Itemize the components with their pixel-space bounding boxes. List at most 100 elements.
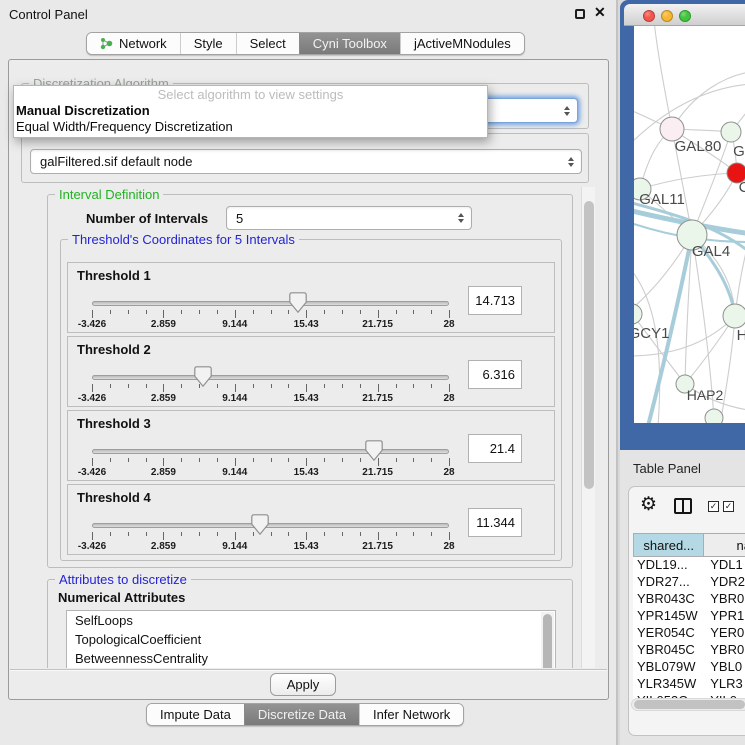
network-canvas[interactable]: GAL80GACGAL11GAL4GCY1HHAP2 <box>634 26 745 423</box>
dropdown-placeholder-item[interactable]: Select algorithm to view settings <box>14 87 487 103</box>
numerical-attributes-list[interactable]: SelfLoopsTopologicalCoefficientBetweenne… <box>66 610 556 668</box>
table-row[interactable]: YBR045CYBR0 <box>633 642 745 659</box>
slider-tick-minor <box>324 384 325 388</box>
cell-shared-name[interactable]: YER054C <box>633 625 704 642</box>
table-row[interactable]: YLR345WYLR3 <box>633 676 745 693</box>
threshold-slider-track[interactable] <box>92 375 449 380</box>
screen: { "titlebar": { "title": "Control Panel"… <box>0 0 745 745</box>
cell-name[interactable]: YDR2 <box>704 574 745 591</box>
table-row[interactable]: YDR27...YDR2 <box>633 574 745 591</box>
algorithm-dropdown-popup: Select algorithm to view settings Manual… <box>13 85 488 138</box>
cell-shared-name[interactable]: YBR045C <box>633 642 704 659</box>
table-data-combobox[interactable]: galFiltered.sif default node <box>30 149 582 174</box>
table-row[interactable]: YER054CYER0 <box>633 625 745 642</box>
cell-name[interactable]: YBL0 <box>704 659 745 676</box>
threshold-slider-track[interactable] <box>92 449 449 454</box>
network-node-GAL-cut[interactable] <box>721 122 741 142</box>
table-scrollbar-thumb[interactable] <box>634 700 745 709</box>
float-window-icon[interactable] <box>575 9 585 19</box>
gear-icon[interactable]: ⚙ <box>640 495 657 514</box>
bottom-tab-infer-network[interactable]: Infer Network <box>359 704 463 725</box>
apply-button[interactable]: Apply <box>270 673 336 696</box>
attribute-list-item[interactable]: SelfLoops <box>67 611 555 630</box>
threshold-slider-thumb[interactable] <box>365 440 383 461</box>
attribute-list-item[interactable]: TopologicalCoefficient <box>67 630 555 649</box>
cell-name[interactable]: YDL1 <box>704 557 745 574</box>
tab-jactivemnodules[interactable]: jActiveMNodules <box>400 33 524 54</box>
group-title-thresholds-coordinates: Threshold's Coordinates for 5 Intervals <box>68 232 299 247</box>
slider-tick-minor <box>396 310 397 314</box>
slider-tick-minor <box>181 310 182 314</box>
cell-shared-name[interactable]: YBL079W <box>633 659 704 676</box>
mac-close-icon[interactable] <box>643 10 655 22</box>
cell-shared-name[interactable]: YLR345W <box>633 676 704 693</box>
bottom-tab-impute-data[interactable]: Impute Data <box>147 704 244 725</box>
tab-label: Network <box>119 36 167 51</box>
mac-minimize-icon[interactable] <box>661 10 673 22</box>
mac-zoom-icon[interactable] <box>679 10 691 22</box>
dropdown-item-manual-discretization[interactable]: Manual Discretization <box>14 103 487 119</box>
table-horizontal-scrollbar[interactable] <box>631 698 745 711</box>
node-table-panel: ⚙ ✓ ✓ shared... na YDL19...YDL1YDR27...Y… <box>628 486 745 736</box>
bottom-tab-bar: Impute DataDiscretize DataInfer Network <box>146 703 464 726</box>
attributes-list-scrollbar[interactable] <box>541 612 554 668</box>
slider-tick-label: -3.426 <box>78 467 106 478</box>
cell-shared-name[interactable]: YBR043C <box>633 591 704 608</box>
number-of-intervals-combobox[interactable]: 5 <box>226 206 472 230</box>
bottom-tab-discretize-data[interactable]: Discretize Data <box>244 704 359 725</box>
settings-scrollbar-thumb[interactable] <box>584 201 594 489</box>
combo-stepper-icon <box>458 213 464 223</box>
threshold-value-field[interactable] <box>468 286 522 315</box>
threshold-value-field[interactable] <box>468 434 522 463</box>
settings-scrollbar[interactable] <box>581 187 595 668</box>
slider-tick-minor <box>360 384 361 388</box>
dropdown-item-equal-width-frequency[interactable]: Equal Width/Frequency Discretization <box>14 119 487 135</box>
tab-style[interactable]: Style <box>180 33 236 54</box>
table-row[interactable]: YBR043CYBR0 <box>633 591 745 608</box>
cell-name[interactable]: YBR0 <box>704 591 745 608</box>
slider-tick-minor <box>288 384 289 388</box>
checkbox-icon[interactable]: ✓ <box>708 501 719 512</box>
network-node-bottom-cut[interactable] <box>705 409 723 423</box>
cell-name[interactable]: YLR3 <box>704 676 745 693</box>
threshold-slider-thumb[interactable] <box>194 366 212 387</box>
slider-tick-minor <box>324 458 325 462</box>
close-icon[interactable]: ✕ <box>594 4 606 21</box>
slider-tick-minor <box>110 458 111 462</box>
threshold-slider-thumb[interactable] <box>251 514 269 535</box>
window-title: Control Panel <box>9 7 88 22</box>
network-node-H-cut[interactable] <box>723 304 745 328</box>
attribute-list-item[interactable]: BetweennessCentrality <box>67 649 555 668</box>
column-header-shared-name[interactable]: shared... <box>633 533 704 557</box>
slider-tick-label: 21.715 <box>362 393 393 404</box>
group-title-attributes-to-discretize: Attributes to discretize <box>55 572 191 587</box>
checkbox-icon[interactable]: ✓ <box>723 501 734 512</box>
slider-tick-major <box>449 384 450 392</box>
table-panel-title: Table Panel <box>633 461 701 476</box>
cell-name[interactable]: YBR0 <box>704 642 745 659</box>
column-header-name[interactable]: na <box>704 533 745 557</box>
attributes-scrollbar-thumb[interactable] <box>543 614 552 668</box>
slider-tick-label: 9.144 <box>222 319 247 330</box>
cell-name[interactable]: YER0 <box>704 625 745 642</box>
tab-select[interactable]: Select <box>236 33 299 54</box>
cell-shared-name[interactable]: YDR27... <box>633 574 704 591</box>
cell-shared-name[interactable]: YPR145W <box>633 608 704 625</box>
table-row[interactable]: YBL079WYBL0 <box>633 659 745 676</box>
table-row[interactable]: YPR145WYPR1 <box>633 608 745 625</box>
threshold-slider-thumb[interactable] <box>289 292 307 313</box>
network-window-titlebar[interactable] <box>624 4 745 26</box>
split-view-icon[interactable] <box>674 498 692 514</box>
cell-name[interactable]: YPR1 <box>704 608 745 625</box>
threshold-value-field[interactable] <box>468 508 522 537</box>
slider-tick-label: 21.715 <box>362 467 393 478</box>
cell-shared-name[interactable]: YDL19... <box>633 557 704 574</box>
network-node-GCY1[interactable] <box>634 304 642 324</box>
threshold-slider-track[interactable] <box>92 523 449 528</box>
threshold-value-field[interactable] <box>468 360 522 389</box>
tab-cyni-toolbox[interactable]: Cyni Toolbox <box>299 33 400 54</box>
tab-network[interactable]: Network <box>87 33 180 54</box>
slider-tick-minor <box>181 458 182 462</box>
table-row[interactable]: YDL19...YDL1 <box>633 557 745 574</box>
threshold-slider-track[interactable] <box>92 301 449 306</box>
